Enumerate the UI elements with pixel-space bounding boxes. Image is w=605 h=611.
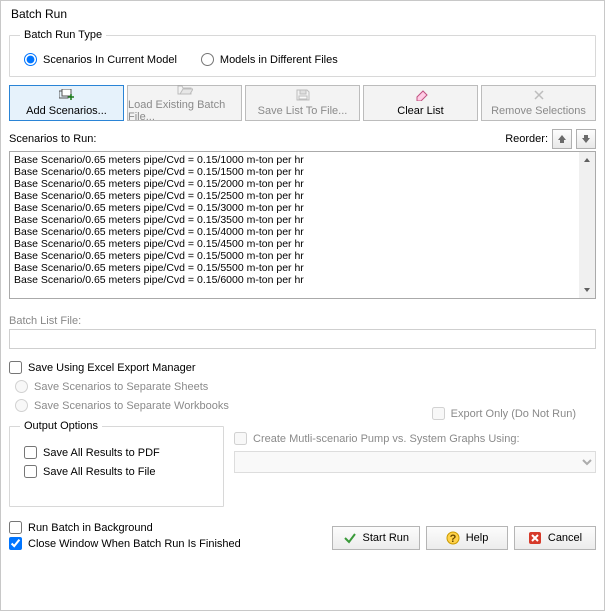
clear-list-button[interactable]: Clear List — [363, 85, 478, 121]
save-pdf-checkbox[interactable]: Save All Results to PDF — [24, 446, 213, 459]
batch-run-dialog: Batch Run Batch Run Type Scenarios In Cu… — [0, 0, 605, 611]
move-down-button[interactable] — [576, 129, 596, 149]
output-options-group: Output Options Save All Results to PDF S… — [9, 420, 224, 507]
cancel-button[interactable]: Cancel — [514, 526, 596, 550]
list-item[interactable]: Base Scenario/0.65 meters pipe/Cvd = 0.1… — [14, 274, 575, 286]
close-window-checkbox[interactable]: Close Window When Batch Run Is Finished — [9, 537, 241, 550]
arrow-up-icon — [557, 134, 567, 144]
scrollbar-vertical[interactable] — [579, 152, 595, 298]
run-background-checkbox[interactable]: Run Batch in Background — [9, 521, 241, 534]
close-icon — [533, 89, 545, 104]
list-item[interactable]: Base Scenario/0.65 meters pipe/Cvd = 0.1… — [14, 190, 575, 202]
list-item[interactable]: Base Scenario/0.65 meters pipe/Cvd = 0.1… — [14, 226, 575, 238]
help-icon: ? — [446, 531, 460, 545]
start-run-button[interactable]: Start Run — [332, 526, 420, 550]
save-file-checkbox[interactable]: Save All Results to File — [24, 465, 213, 478]
batch-type-legend: Batch Run Type — [20, 29, 106, 41]
button-label: Add Scenarios... — [26, 105, 107, 117]
button-label: Remove Selections — [491, 105, 586, 117]
batch-list-file-label: Batch List File: — [9, 315, 596, 327]
scenarios-listbox[interactable]: Base Scenario/0.65 meters pipe/Cvd = 0.1… — [9, 151, 596, 299]
scroll-down-icon[interactable] — [579, 282, 595, 298]
button-label: Cancel — [548, 532, 582, 544]
radio-label: Models in Different Files — [220, 54, 338, 66]
list-item[interactable]: Base Scenario/0.65 meters pipe/Cvd = 0.1… — [14, 250, 575, 262]
checkbox-label: Export Only (Do Not Run) — [451, 408, 576, 420]
export-only-checkbox: Export Only (Do Not Run) — [432, 407, 576, 420]
help-button[interactable]: ? Help — [426, 526, 508, 550]
save-list-button: Save List To File... — [245, 85, 360, 121]
list-item[interactable]: Base Scenario/0.65 meters pipe/Cvd = 0.1… — [14, 154, 575, 166]
button-label: Start Run — [363, 532, 409, 544]
load-batch-file-button: Load Existing Batch File... — [127, 85, 242, 121]
list-item[interactable]: Base Scenario/0.65 meters pipe/Cvd = 0.1… — [14, 238, 575, 250]
checkbox-label: Save Using Excel Export Manager — [28, 362, 196, 374]
button-label: Load Existing Batch File... — [128, 99, 241, 123]
remove-selections-button: Remove Selections — [481, 85, 596, 121]
radio-label: Save Scenarios to Separate Workbooks — [34, 400, 229, 412]
output-legend: Output Options — [20, 420, 102, 432]
batch-run-type-group: Batch Run Type Scenarios In Current Mode… — [9, 29, 596, 77]
list-item[interactable]: Base Scenario/0.65 meters pipe/Cvd = 0.1… — [14, 262, 575, 274]
list-item[interactable]: Base Scenario/0.65 meters pipe/Cvd = 0.1… — [14, 214, 575, 226]
toolbar: Add Scenarios... Load Existing Batch Fil… — [9, 85, 596, 121]
batch-list-file-input[interactable] — [9, 329, 596, 349]
radio-scenarios-current-model[interactable]: Scenarios In Current Model — [24, 53, 177, 66]
svg-text:?: ? — [449, 533, 456, 545]
cancel-icon — [528, 531, 542, 545]
eraser-icon — [413, 89, 429, 104]
button-label: Clear List — [397, 105, 443, 117]
folder-open-icon — [177, 83, 193, 98]
save-icon — [296, 89, 310, 104]
list-item[interactable]: Base Scenario/0.65 meters pipe/Cvd = 0.1… — [14, 166, 575, 178]
radio-separate-sheets: Save Scenarios to Separate Sheets — [15, 380, 596, 393]
add-icon — [59, 89, 75, 104]
add-scenarios-button[interactable]: Add Scenarios... — [9, 85, 124, 121]
move-up-button[interactable] — [552, 129, 572, 149]
checkbox-label: Run Batch in Background — [28, 522, 153, 534]
check-icon — [343, 531, 357, 545]
checkbox-label: Create Mutli-scenario Pump vs. System Gr… — [253, 433, 520, 445]
save-excel-checkbox[interactable]: Save Using Excel Export Manager — [9, 361, 596, 374]
button-label: Save List To File... — [258, 105, 348, 117]
radio-label: Scenarios In Current Model — [43, 54, 177, 66]
scroll-up-icon[interactable] — [579, 152, 595, 168]
radio-label: Save Scenarios to Separate Sheets — [34, 381, 208, 393]
checkbox-label: Close Window When Batch Run Is Finished — [28, 538, 241, 550]
scenarios-to-run-label: Scenarios to Run: — [9, 133, 96, 145]
checkbox-label: Save All Results to PDF — [43, 447, 160, 459]
multiscenario-select — [234, 451, 596, 473]
create-multiscenario-checkbox: Create Mutli-scenario Pump vs. System Gr… — [234, 432, 596, 445]
list-item[interactable]: Base Scenario/0.65 meters pipe/Cvd = 0.1… — [14, 202, 575, 214]
reorder-label: Reorder: — [505, 133, 548, 145]
arrow-down-icon — [581, 134, 591, 144]
radio-models-different-files[interactable]: Models in Different Files — [201, 53, 338, 66]
checkbox-label: Save All Results to File — [43, 466, 156, 478]
dialog-title: Batch Run — [9, 5, 596, 29]
list-item[interactable]: Base Scenario/0.65 meters pipe/Cvd = 0.1… — [14, 178, 575, 190]
reorder-controls: Reorder: — [505, 129, 596, 149]
button-label: Help — [466, 532, 489, 544]
